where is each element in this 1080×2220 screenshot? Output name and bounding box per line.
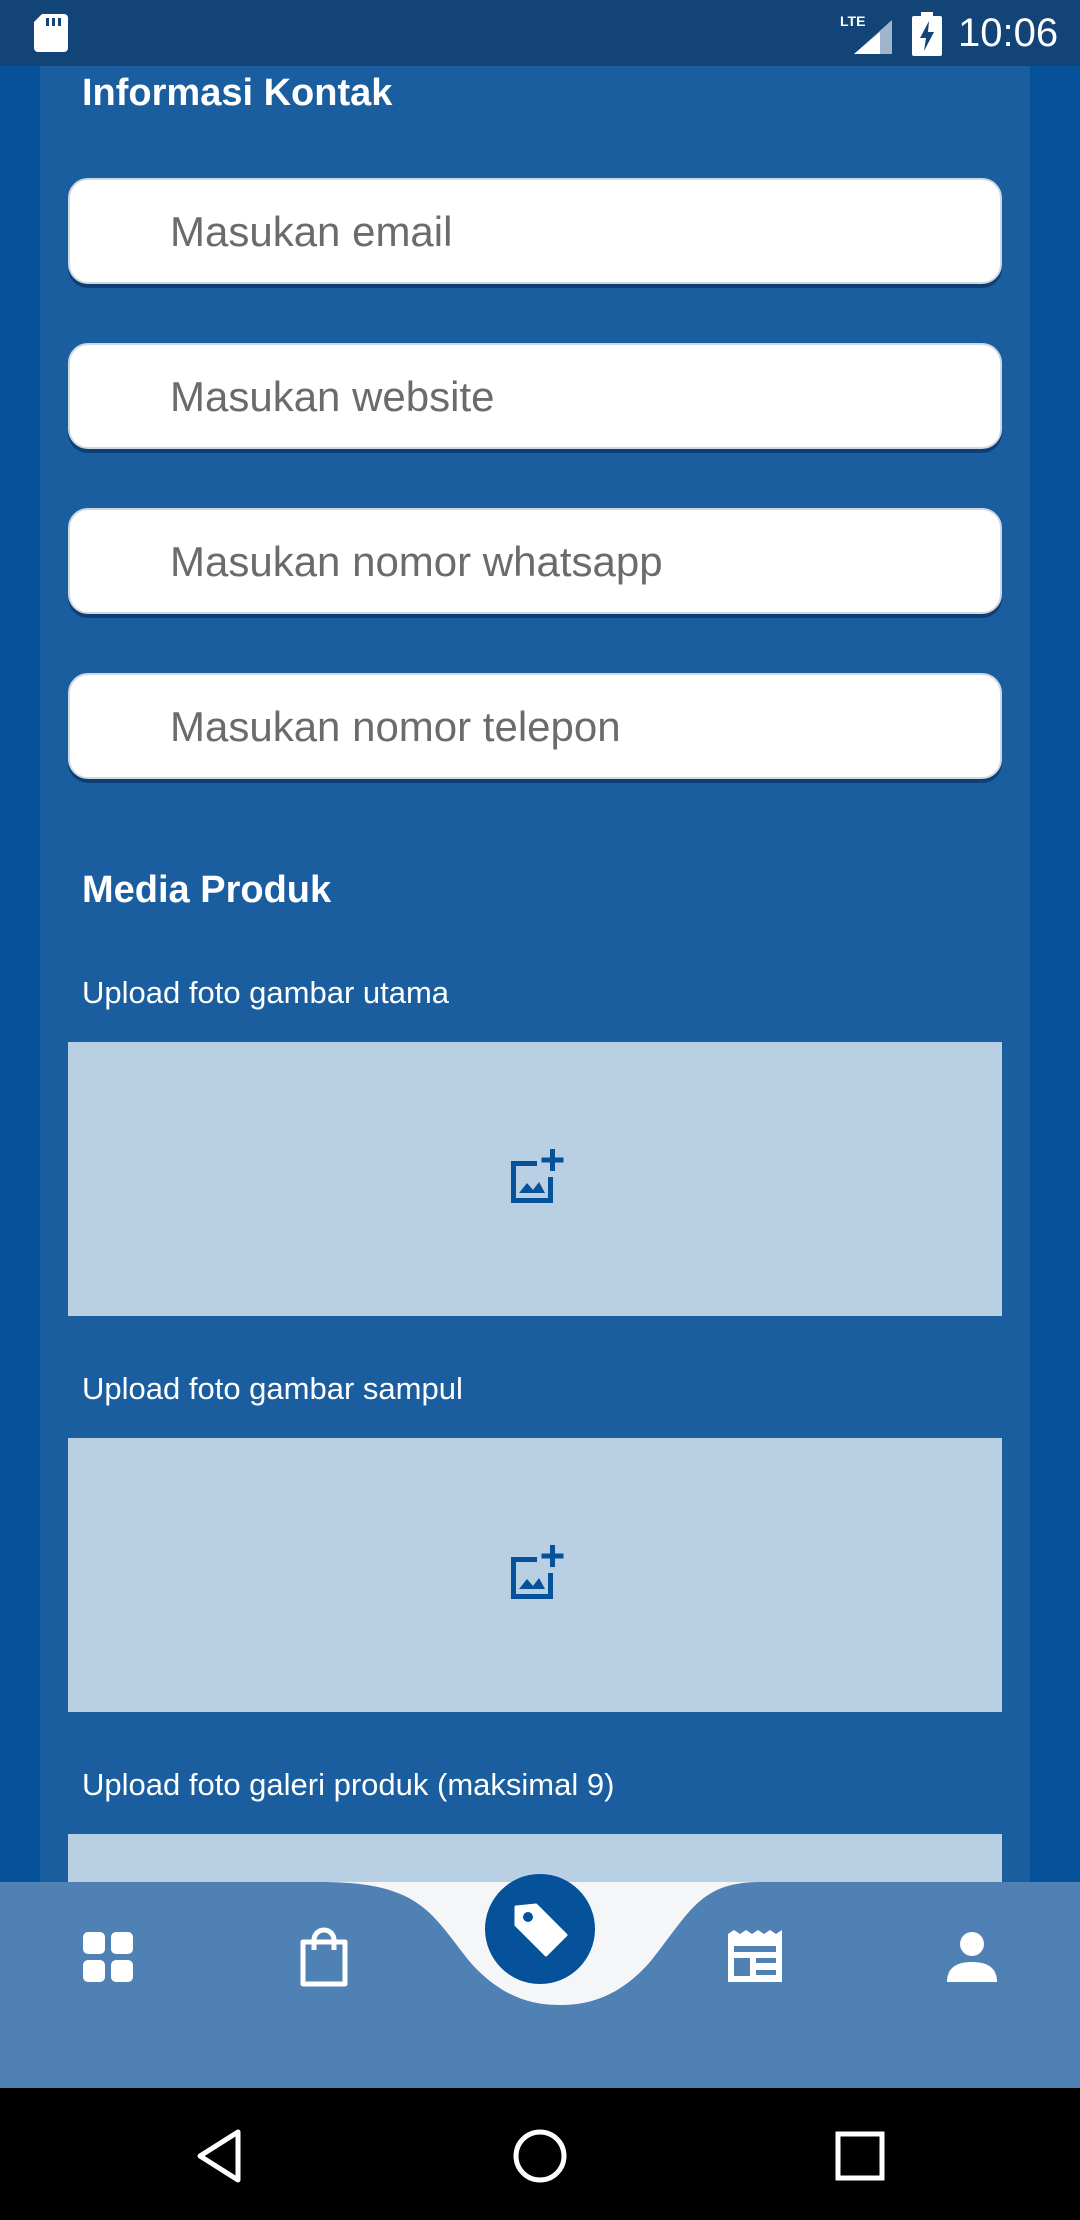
svg-text:LTE: LTE <box>840 13 865 29</box>
email-field[interactable] <box>68 178 1002 284</box>
person-icon[interactable] <box>937 1922 1007 1992</box>
dashboard-grid-icon[interactable] <box>73 1922 143 1992</box>
tag-icon <box>514 1903 568 1957</box>
recents-icon[interactable] <box>830 2126 890 2186</box>
status-bar: LTE 10:06 <box>0 0 1080 66</box>
media-section-title: Media Produk <box>82 869 332 911</box>
upload-main-photo[interactable] <box>68 1042 1002 1316</box>
battery-charging-icon <box>912 12 942 56</box>
form-panel: Informasi Kontak Media Produk Upload fot… <box>40 66 1030 2108</box>
tag-button[interactable] <box>485 1874 595 1984</box>
contact-section-title: Informasi Kontak <box>82 72 393 114</box>
shopping-bag-icon[interactable] <box>289 1922 359 1992</box>
website-input[interactable] <box>168 345 972 449</box>
system-navigation-bar <box>0 2088 1080 2220</box>
email-input[interactable] <box>168 180 972 284</box>
upload-cover-label: Upload foto gambar sampul <box>82 1371 463 1406</box>
status-time: 10:06 <box>958 11 1059 55</box>
lte-signal-icon: LTE <box>840 13 892 54</box>
upload-main-label: Upload foto gambar utama <box>82 975 450 1010</box>
upload-cover-photo[interactable] <box>68 1438 1002 1712</box>
add-photo-icon <box>511 1149 564 1203</box>
home-icon[interactable] <box>510 2126 570 2186</box>
whatsapp-input[interactable] <box>168 510 972 614</box>
whatsapp-field[interactable] <box>68 508 1002 614</box>
screen: LTE 10:06 Informasi Kontak Media Produk … <box>0 0 1080 2220</box>
back-icon[interactable] <box>190 2126 250 2186</box>
phone-field[interactable] <box>68 673 1002 779</box>
sd-card-icon <box>34 14 68 52</box>
bottom-navigation <box>0 1874 1080 2088</box>
phone-input[interactable] <box>168 675 972 779</box>
newspaper-icon[interactable] <box>720 1922 790 1992</box>
add-photo-icon <box>511 1545 564 1599</box>
upload-gallery-label: Upload foto galeri produk (maksimal 9) <box>82 1767 615 1802</box>
website-field[interactable] <box>68 343 1002 449</box>
